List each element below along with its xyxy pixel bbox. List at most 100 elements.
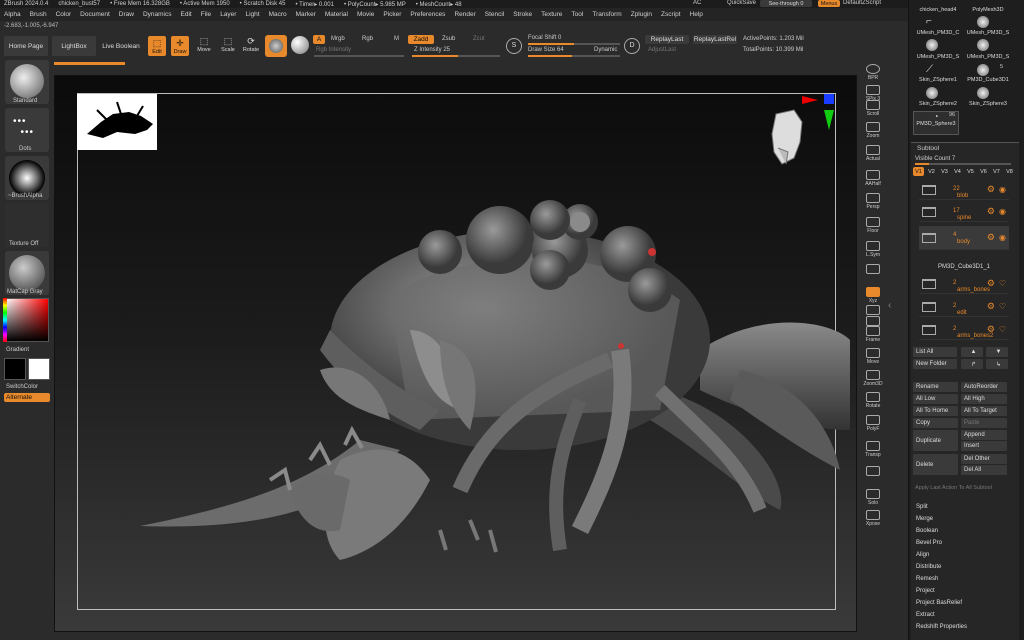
subtool-menu-split[interactable]: Split xyxy=(913,501,1019,512)
gear-icon[interactable]: ⚙ xyxy=(987,184,995,195)
gear-icon[interactable]: ⚙ xyxy=(987,206,995,217)
draw-button[interactable]: ✛ Draw xyxy=(171,36,189,56)
visibility-eye-icon[interactable]: ◉ xyxy=(999,233,1006,242)
tool-thumb-1[interactable]: ⌐ xyxy=(926,16,944,27)
version-tab-v6[interactable]: V6 xyxy=(978,167,989,176)
subtool-menu-bevel-pro[interactable]: Bevel Pro xyxy=(913,537,1019,548)
delete-button[interactable]: Delete xyxy=(913,454,958,475)
menu-dynamics[interactable]: Dynamics xyxy=(143,11,172,18)
l-sym-button[interactable]: L.Sym xyxy=(863,241,883,261)
home-page-button[interactable]: Home Page xyxy=(4,36,48,56)
menu-preferences[interactable]: Preferences xyxy=(410,11,445,18)
stroke-selector[interactable] xyxy=(291,36,309,54)
scale-button[interactable]: ⬚ Scale xyxy=(219,36,237,56)
rotate-button[interactable]: Rotate xyxy=(863,392,883,412)
subtool-item[interactable]: 4 body ⚙ ◉ xyxy=(919,226,1009,250)
version-tab-v8[interactable]: V8 xyxy=(1004,167,1015,176)
persp-button[interactable]: Persp xyxy=(863,193,883,213)
subtool-title[interactable]: Subtool xyxy=(917,145,939,152)
list-all-button[interactable]: List All xyxy=(913,347,957,357)
all-high-button[interactable]: All High xyxy=(961,394,1007,404)
polyf-button[interactable]: PolyF xyxy=(863,415,883,435)
subtool-menu-merge[interactable]: Merge xyxy=(913,513,1019,524)
visibility-eye-icon[interactable]: ◉ xyxy=(999,185,1006,194)
zsub-button[interactable]: Zsub xyxy=(442,36,455,42)
menu-draw[interactable]: Draw xyxy=(119,11,134,18)
swap-down-button[interactable]: ↳ xyxy=(986,359,1008,369)
menu-document[interactable]: Document xyxy=(80,11,110,18)
transp-button[interactable]: Transp xyxy=(863,441,883,461)
del-all-button[interactable]: Del All xyxy=(961,465,1007,475)
subtool-item[interactable]: PM3D_Cube3D1_1 xyxy=(919,262,1009,272)
default-zscript-button[interactable]: DefaultZScript xyxy=(843,0,881,6)
gear-icon[interactable]: ⚙ xyxy=(987,324,995,335)
version-tab-v1[interactable]: V1 xyxy=(913,167,924,176)
subtool-item[interactable]: 2 edit ⚙ ♡ xyxy=(919,297,1009,317)
focal-shift-slider[interactable]: Focal Shift 0 xyxy=(528,35,561,41)
floor-button[interactable]: Floor xyxy=(863,217,883,237)
move-button[interactable]: ⬚ Move xyxy=(195,36,213,56)
menu-brush[interactable]: Brush xyxy=(30,11,47,18)
frame-button[interactable]: Frame xyxy=(863,326,883,346)
main-color-swatch[interactable] xyxy=(4,358,26,380)
xpose-button[interactable]: Xpose xyxy=(863,510,883,530)
duplicate-button[interactable]: Duplicate xyxy=(913,430,958,451)
menu-help[interactable]: Help xyxy=(690,11,703,18)
tool-thumb-3[interactable] xyxy=(926,39,938,51)
subtool-menu-boolean[interactable]: Boolean xyxy=(913,525,1019,536)
menu-edit[interactable]: Edit xyxy=(181,11,192,18)
all-to-target-button[interactable]: All To Target xyxy=(961,406,1007,416)
menu-zscript[interactable]: Zscript xyxy=(661,11,681,18)
hue-strip[interactable] xyxy=(3,298,7,342)
tool-thumb-4[interactable] xyxy=(977,39,989,51)
gradient-label[interactable]: Gradient xyxy=(6,347,29,353)
brush-selector[interactable] xyxy=(265,35,287,57)
append-button[interactable]: Append xyxy=(961,430,1007,440)
tool-skin-zsphere3[interactable]: Skin_ZSphere3 xyxy=(963,101,1013,107)
subtool-item[interactable]: 17 spine ⚙ ◉ xyxy=(919,202,1009,222)
secondary-color-swatch[interactable] xyxy=(28,358,50,380)
menu-color[interactable]: Color xyxy=(56,11,72,18)
tool-thumb-8[interactable] xyxy=(977,87,989,99)
tool-umesh-1[interactable]: UMesh_PM3D_C xyxy=(912,30,964,36)
move-down-button[interactable]: ▼ xyxy=(986,347,1008,357)
solo-button[interactable]: Solo xyxy=(863,489,883,509)
z-intensity-slider[interactable]: Z Intensity 25 xyxy=(414,47,450,53)
tool-polymesh3d[interactable]: PolyMesh3D xyxy=(963,7,1013,13)
tool-skin-zsphere2[interactable]: Skin_ZSphere2 xyxy=(912,101,964,107)
scroll-button[interactable]: Scroll xyxy=(863,100,883,120)
bpr-button[interactable]: BPR xyxy=(863,64,883,84)
subtool-item[interactable]: 22 blob ⚙ ◉ xyxy=(919,180,1009,200)
subtool-menu-align[interactable]: Align xyxy=(913,549,1019,560)
live-boolean-button[interactable]: Live Boolean xyxy=(99,36,143,56)
menu-macro[interactable]: Macro xyxy=(269,11,287,18)
gear-icon[interactable]: ⚙ xyxy=(987,232,995,243)
gear-icon[interactable]: ⚙ xyxy=(987,278,995,289)
version-tab-v7[interactable]: V7 xyxy=(991,167,1002,176)
subtool-item[interactable]: 2 arms_bones2 ⚙ ♡ xyxy=(919,320,1009,340)
a-toggle[interactable]: A xyxy=(313,35,325,44)
tool-skin-zsphere1[interactable]: Skin_ZSphere1 xyxy=(912,77,964,83)
visibility-eye-icon[interactable]: ♡ xyxy=(999,302,1006,311)
tray-collapse-handle[interactable]: ‹ xyxy=(888,300,906,340)
subtool-item[interactable]: 2 arms_bones ⚙ ♡ xyxy=(919,274,1009,294)
menu-stencil[interactable]: Stencil xyxy=(485,11,505,18)
actual-button[interactable]: Actual xyxy=(863,145,883,165)
tool-thumb-6[interactable] xyxy=(977,64,989,76)
new-folder-button[interactable]: New Folder xyxy=(913,359,957,369)
menu-movie[interactable]: Movie xyxy=(357,11,374,18)
replay-last-button[interactable]: ReplayLast xyxy=(645,35,689,44)
tool-umesh-3[interactable]: UMesh_PM3D_S xyxy=(912,54,964,60)
visibility-eye-icon[interactable]: ♡ xyxy=(999,279,1006,288)
edit-button[interactable]: ⬚ Edit xyxy=(148,36,166,56)
menu-light[interactable]: Light xyxy=(245,11,259,18)
navigator-thumbnail[interactable] xyxy=(77,94,157,150)
menu-tool[interactable]: Tool xyxy=(571,11,583,18)
tool-thumb-5[interactable]: ⟋ xyxy=(926,64,944,75)
visibility-eye-icon[interactable]: ♡ xyxy=(999,325,1006,334)
subtool-menu-redshift-properties[interactable]: Redshift Properties xyxy=(913,621,1019,632)
all-low-button[interactable]: All Low xyxy=(913,394,958,404)
subtool-menu-project-basrelief[interactable]: Project BasRelief xyxy=(913,597,1019,608)
insert-button[interactable]: Insert xyxy=(961,441,1007,451)
color-picker[interactable] xyxy=(5,298,49,342)
